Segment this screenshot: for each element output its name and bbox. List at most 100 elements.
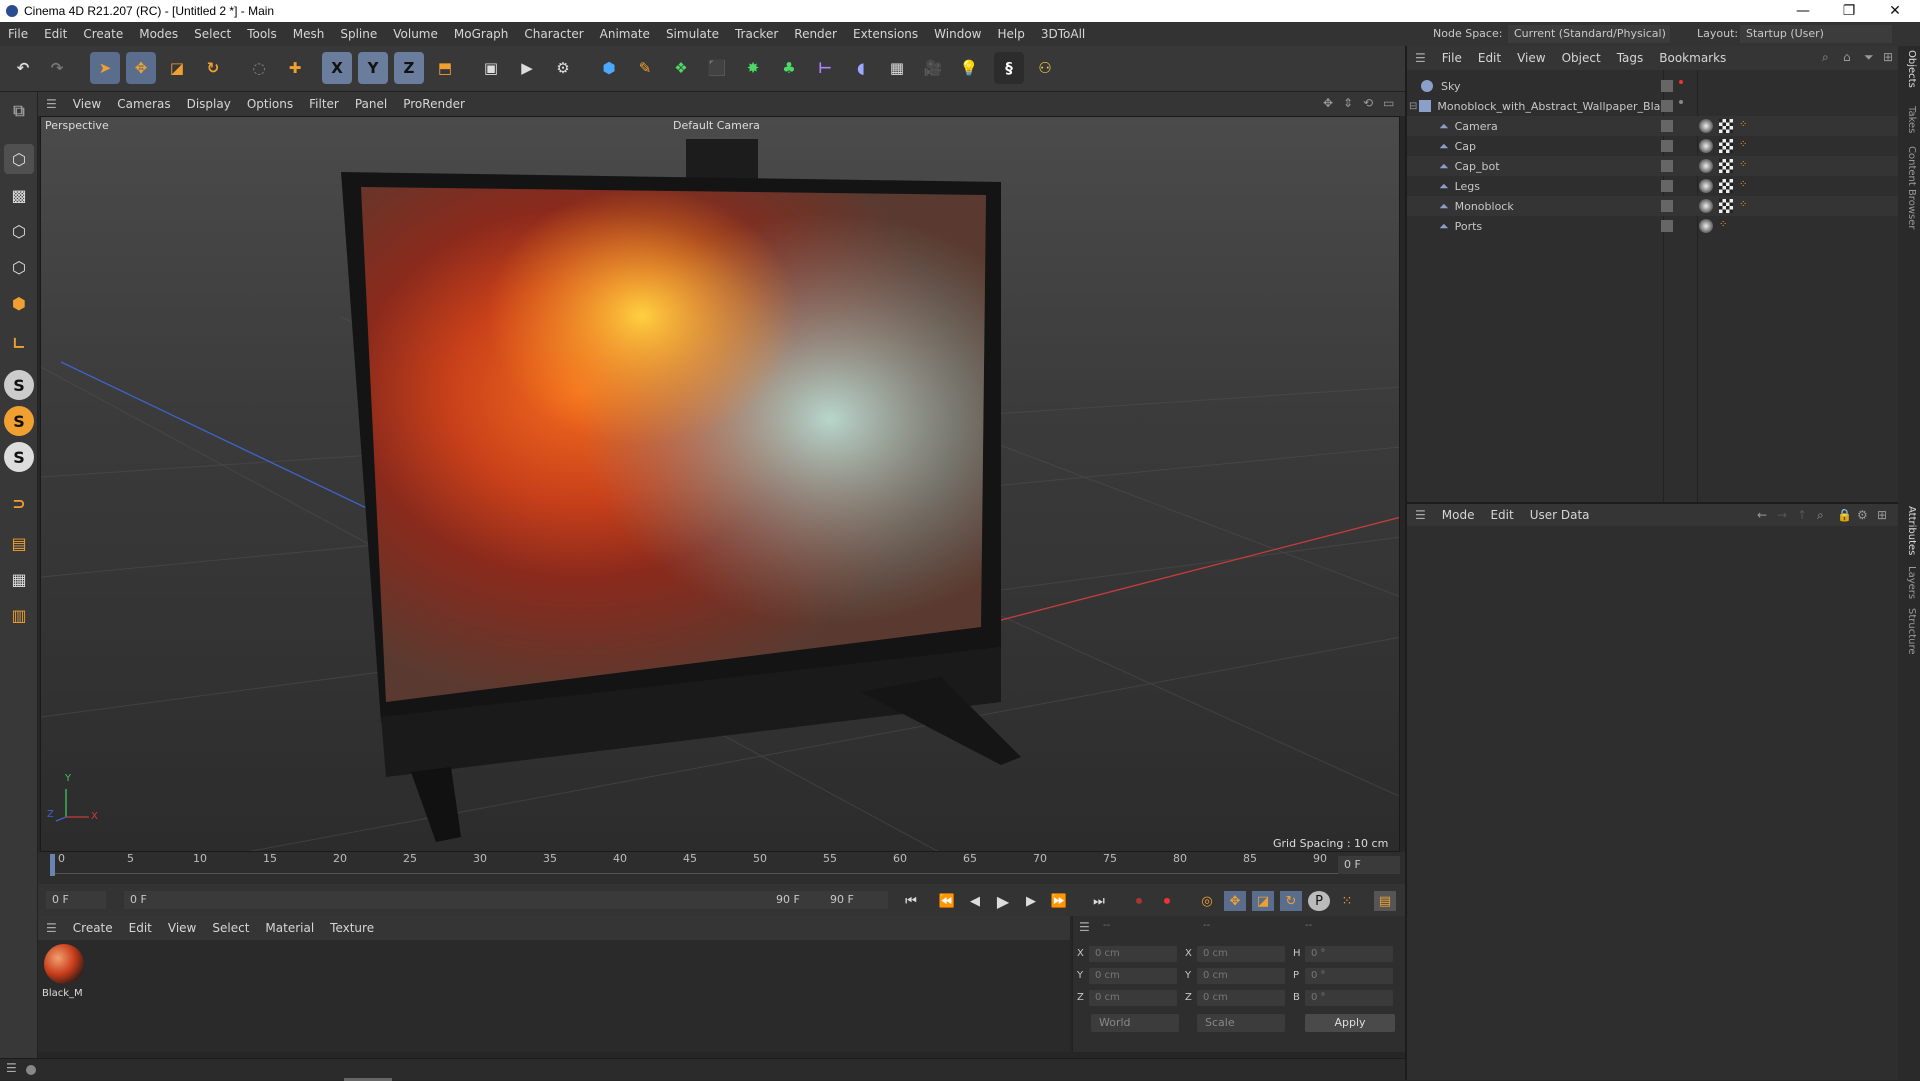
object-row-monoblock-group[interactable]: ⊟ Monoblock_with_Abstract_Wallpaper_Blac…	[1407, 96, 1902, 116]
render-picture-viewer-icon[interactable]: ▶	[512, 52, 542, 84]
end-frame-field[interactable]: 90 F	[824, 891, 888, 909]
visibility-toggle[interactable]	[1661, 200, 1673, 212]
recent-tool-icon[interactable]: ◌	[244, 52, 274, 84]
coord-rot-h-field[interactable]: 0 °	[1305, 946, 1393, 962]
apply-button[interactable]: Apply	[1305, 1014, 1395, 1032]
selection-tag-icon[interactable]: ⁘	[1739, 199, 1747, 210]
material-tag-icon[interactable]	[1699, 219, 1713, 233]
pen-spline-icon[interactable]: ✎	[630, 52, 660, 84]
object-row-cap[interactable]: ⏶ Cap ⁘	[1407, 136, 1902, 156]
material-tag-icon[interactable]	[1699, 119, 1713, 133]
go-to-end-icon[interactable]: ⏭	[1088, 891, 1110, 911]
viewport-menu-options[interactable]: Options	[239, 92, 301, 116]
script-icon[interactable]: §	[994, 52, 1024, 84]
close-button[interactable]: ✕	[1872, 0, 1918, 22]
layout-select[interactable]: Startup (User)	[1740, 25, 1892, 43]
tab-content-browser[interactable]: Content Browser	[1906, 146, 1917, 229]
coord-space-select[interactable]: World	[1091, 1014, 1179, 1032]
menu-animate[interactable]: Animate	[592, 22, 658, 46]
y-axis-lock-button[interactable]: Y	[358, 52, 388, 84]
magnet-icon[interactable]: ⊃	[4, 488, 34, 518]
move-icon[interactable]: ✥	[126, 52, 156, 84]
selection-tag-icon[interactable]: ⁘	[1739, 119, 1747, 130]
live-select-icon[interactable]: ➤	[90, 52, 120, 84]
settings-icon[interactable]: ⚙	[1857, 508, 1868, 522]
rotation-key-icon[interactable]: ↻	[1280, 891, 1302, 911]
selection-tag-icon[interactable]: ⁘	[1719, 219, 1727, 230]
object-filter-icon[interactable]: ⏷	[1864, 50, 1874, 65]
render-dot[interactable]	[1679, 100, 1683, 104]
floor-icon[interactable]: ▦	[882, 52, 912, 84]
material-name-label[interactable]: Black_M	[42, 988, 83, 999]
object-menu-view[interactable]: View	[1509, 46, 1553, 70]
menu-modes[interactable]: Modes	[131, 22, 186, 46]
grid-workplane-icon[interactable]: ▦	[4, 564, 34, 594]
object-row-camera[interactable]: ⏶ Camera ⁘	[1407, 116, 1902, 136]
visibility-toggle[interactable]	[1661, 140, 1673, 152]
coord-rot-p-field[interactable]: 0 °	[1305, 968, 1393, 984]
object-menu-edit[interactable]: Edit	[1470, 46, 1509, 70]
render-settings-icon[interactable]: ⚙	[548, 52, 578, 84]
field-icon[interactable]: ◖	[846, 52, 876, 84]
maximize-view-icon[interactable]: ▭	[1383, 96, 1394, 110]
zoom-view-icon[interactable]: ⇕	[1343, 96, 1353, 110]
visibility-toggle[interactable]	[1661, 180, 1673, 192]
material-tag-icon[interactable]	[1699, 139, 1713, 153]
material-menu-texture[interactable]: Texture	[322, 916, 382, 940]
snap-workplane-icon[interactable]: S	[4, 442, 34, 472]
coord-rot-b-field[interactable]: 0 °	[1305, 990, 1393, 1006]
record-active-icon[interactable]: ⏺	[1128, 891, 1150, 911]
point-level-icon[interactable]: ⁙	[1336, 891, 1358, 911]
visibility-toggle[interactable]	[1661, 120, 1673, 132]
menu-file[interactable]: File	[0, 22, 36, 46]
object-new-window-icon[interactable]: ⊞	[1883, 50, 1893, 64]
next-frame-icon[interactable]: ▶	[1020, 891, 1042, 911]
coord-size-x-field[interactable]: 0 cm	[1197, 946, 1285, 962]
workplane-icon[interactable]: ▤	[4, 528, 34, 558]
uvw-tag-icon[interactable]	[1719, 119, 1733, 133]
render-view-icon[interactable]: ▣	[476, 52, 506, 84]
coord-pos-x-field[interactable]: 0 cm	[1089, 946, 1177, 962]
cloner-icon[interactable]: ✸	[738, 52, 768, 84]
undo-icon[interactable]: ↶	[8, 52, 38, 84]
start-frame-field[interactable]: 0 F	[46, 891, 106, 909]
frame-range-slider[interactable]: 0 F	[124, 891, 824, 909]
locked-workplane-icon[interactable]: ▥	[4, 600, 34, 630]
material-menu-material[interactable]: Material	[257, 916, 322, 940]
cube-icon[interactable]: ⬢	[594, 52, 624, 84]
coord-pos-y-field[interactable]: 0 cm	[1089, 968, 1177, 984]
points-mode-icon[interactable]: ⬡	[4, 216, 34, 246]
menu-render[interactable]: Render	[786, 22, 845, 46]
previous-frame-icon[interactable]: ◀	[964, 891, 986, 911]
viewport-menu-cameras[interactable]: Cameras	[109, 92, 178, 116]
lock-icon[interactable]: 🔒	[1837, 508, 1852, 522]
material-menu-edit[interactable]: Edit	[121, 916, 160, 940]
visibility-toggle[interactable]	[1661, 220, 1673, 232]
viewport-menu-prorender[interactable]: ProRender	[395, 92, 473, 116]
attributes-menu-toggle-icon[interactable]: ☰	[1415, 508, 1426, 522]
make-editable-icon[interactable]: ⧉	[4, 96, 34, 126]
attributes-menu-edit[interactable]: Edit	[1482, 503, 1521, 527]
previous-key-icon[interactable]: ⏪	[936, 891, 958, 911]
menu-extensions[interactable]: Extensions	[845, 22, 926, 46]
parameter-key-icon[interactable]: P	[1308, 891, 1330, 911]
edges-mode-icon[interactable]: ⬡	[4, 252, 34, 282]
attributes-menu-mode[interactable]: Mode	[1434, 503, 1483, 527]
scale-icon[interactable]: ◪	[162, 52, 192, 84]
z-axis-lock-button[interactable]: Z	[394, 52, 424, 84]
material-tag-icon[interactable]	[1699, 199, 1713, 213]
subdivision-icon[interactable]: ❖	[666, 52, 696, 84]
viewport-menu-panel[interactable]: Panel	[347, 92, 395, 116]
menu-edit[interactable]: Edit	[36, 22, 75, 46]
texture-mode-icon[interactable]: ▩	[4, 180, 34, 210]
menu-volume[interactable]: Volume	[385, 22, 446, 46]
menu-tools[interactable]: Tools	[239, 22, 285, 46]
node-space-select[interactable]: Current (Standard/Physical)	[1508, 25, 1670, 43]
uvw-tag-icon[interactable]	[1719, 159, 1733, 173]
menu-simulate[interactable]: Simulate	[658, 22, 727, 46]
viewport-perspective[interactable]: Perspective Default Camera Grid Spacing …	[40, 116, 1400, 852]
render-dot[interactable]	[1679, 80, 1683, 84]
attr-new-window-icon[interactable]: ⊞	[1877, 508, 1887, 522]
selection-tag-icon[interactable]: ⁘	[1739, 139, 1747, 150]
tab-structure[interactable]: Structure	[1906, 608, 1917, 655]
